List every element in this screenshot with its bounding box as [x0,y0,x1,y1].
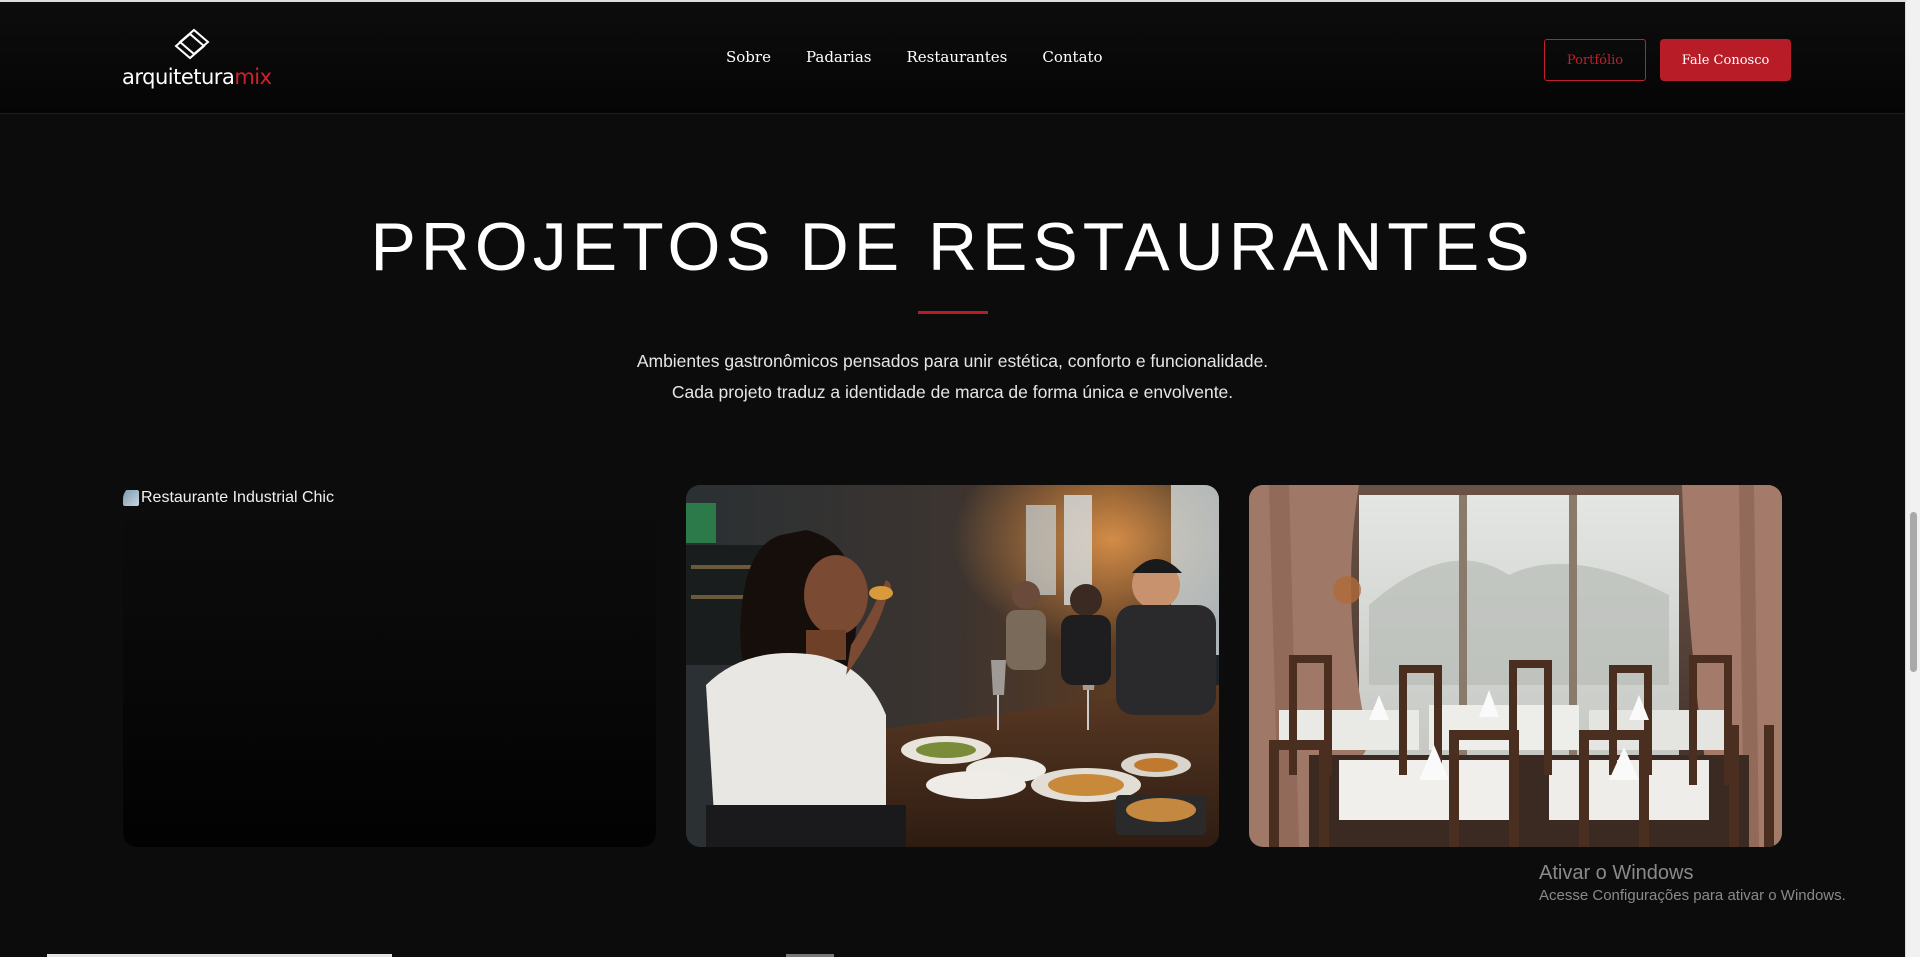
portfolio-button[interactable]: Portfólio [1544,39,1646,81]
page-scrollbar[interactable] [1905,0,1920,957]
windows-activation-title: Ativar o Windows [1539,862,1694,884]
scrollbar-thumb[interactable] [1910,512,1917,672]
section-description: Ambientes gastronômicos pensados para un… [0,346,1905,408]
description-line-1: Ambientes gastronômicos pensados para un… [636,351,1269,371]
windows-activation-subtitle: Acesse Configurações para ativar o Windo… [1539,887,1846,904]
site-logo[interactable]: arquiteturamix [122,28,272,90]
project-image-2 [686,485,1219,847]
contact-button[interactable]: Fale Conosco [1660,39,1791,81]
project-image-1: Restaurante Industrial Chic [123,489,334,507]
main-nav: Sobre Padarias Restaurantes Contato [726,48,1103,66]
title-divider [918,311,988,314]
project-image-3 [1249,485,1782,847]
page: arquiteturamix Sobre Padarias Restaurant… [0,0,1905,957]
site-header: arquiteturamix Sobre Padarias Restaurant… [0,2,1905,114]
project-card-3[interactable] [1249,485,1782,847]
logo-mark-icon [174,28,210,60]
nav-link-sobre[interactable]: Sobre [726,48,771,66]
broken-image-icon [123,490,139,506]
nav-link-padarias[interactable]: Padarias [806,48,872,66]
logo-text-main: arquitetura [122,65,235,89]
project-image-1-alt: Restaurante Industrial Chic [141,489,334,506]
logo-text-accent: mix [234,65,272,89]
project-card-2[interactable] [686,485,1219,847]
project-card-1[interactable]: Restaurante Industrial Chic [123,485,656,847]
description-line-2: Cada projeto traduz a identidade de marc… [671,382,1234,402]
logo-text: arquiteturamix [122,66,272,88]
section-title: PROJETOS DE RESTAURANTES [370,209,1535,285]
nav-link-contato[interactable]: Contato [1042,48,1102,66]
nav-link-restaurantes[interactable]: Restaurantes [906,48,1007,66]
